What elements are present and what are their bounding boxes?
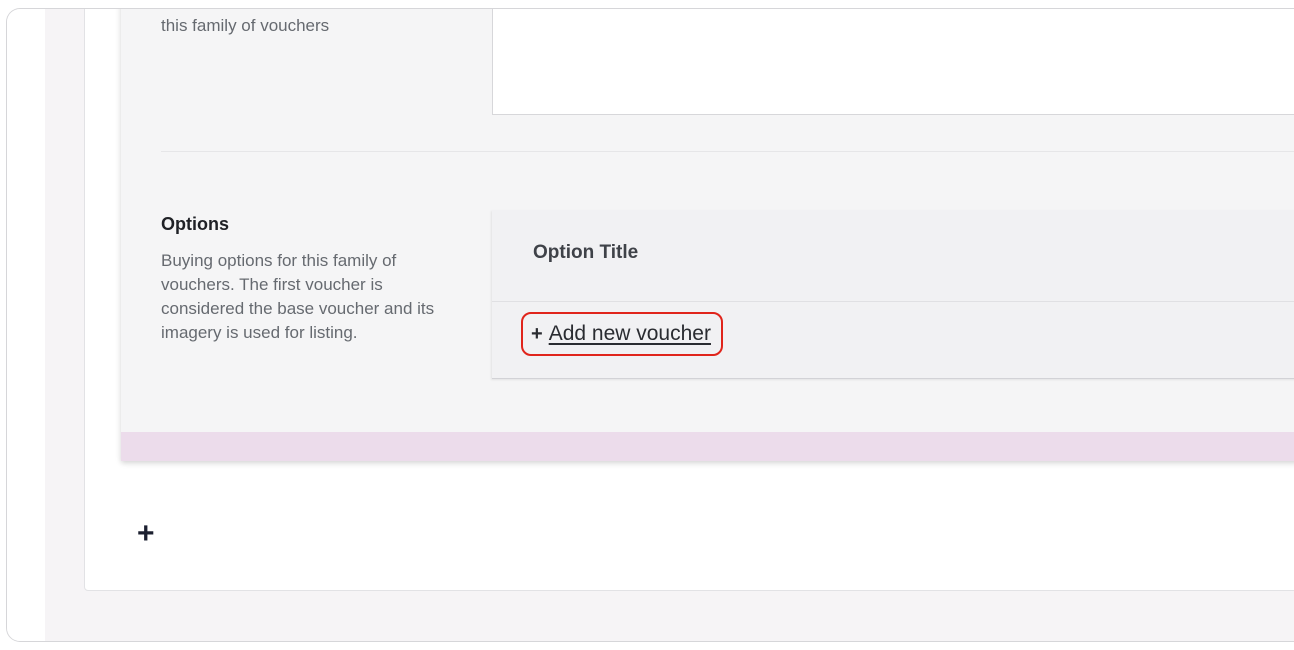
top-field-textarea[interactable] [492, 9, 1294, 115]
option-title-column-header: Option Title [533, 242, 639, 263]
options-section-description: Buying options for this family of vouche… [161, 251, 435, 342]
voucher-family-card: this family of vouchers Options Buying o… [121, 9, 1294, 461]
add-new-voucher-label: Add new voucher [548, 322, 711, 345]
section-divider [161, 151, 1294, 152]
options-section-title: Options [161, 214, 229, 234]
left-edge-panel [7, 9, 45, 641]
top-field-description: this family of vouchers [161, 16, 330, 35]
card-footer-band [121, 432, 1294, 461]
options-table-header: Option Title [492, 210, 1294, 302]
app-frame: this family of vouchers Options Buying o… [6, 8, 1294, 642]
plus-icon: + [531, 323, 543, 345]
options-table: Option Title + Add new voucher [492, 210, 1294, 379]
add-new-voucher-button[interactable]: + Add new voucher [521, 312, 723, 356]
add-section-plus-icon[interactable]: + [137, 519, 155, 549]
